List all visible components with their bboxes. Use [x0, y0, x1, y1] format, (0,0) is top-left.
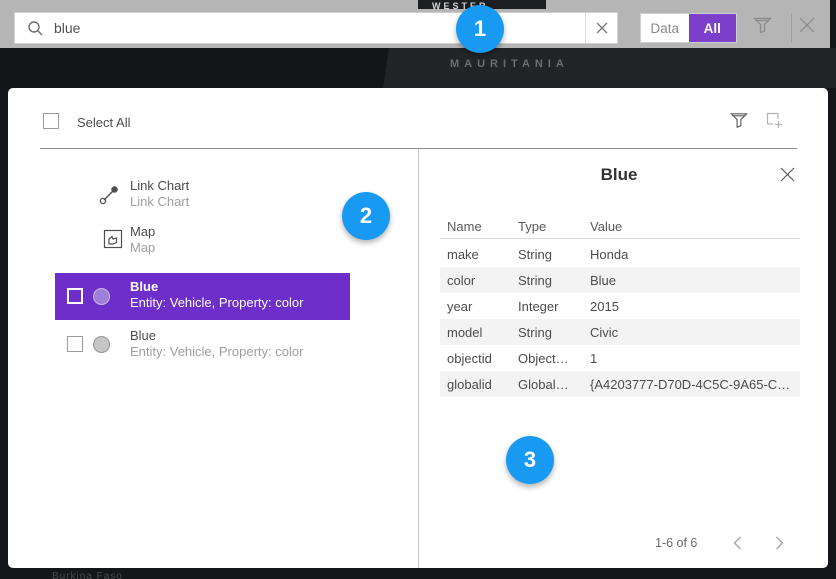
cell-type: String [518, 247, 590, 262]
search-box[interactable] [14, 12, 618, 44]
select-all-label: Select All [77, 115, 130, 130]
add-to-selection-icon[interactable] [766, 112, 783, 129]
table-row: model String Civic [440, 319, 800, 345]
map-label-mauritania: MAURITANIA [450, 58, 569, 70]
list-item-subtitle: Entity: Vehicle, Property: color [130, 344, 303, 360]
list-item-blue-selected[interactable]: Blue Entity: Vehicle, Property: color [55, 273, 350, 320]
search-results-panel: Select All Link Chart Link Chart [8, 88, 828, 568]
cell-name: model [440, 325, 518, 340]
callout-badge-2: 2 [342, 192, 390, 240]
cell-name: objectid [440, 351, 518, 366]
column-header-name: Name [440, 219, 518, 234]
cell-name: year [440, 299, 518, 314]
search-icon [27, 20, 44, 37]
pagination: 1-6 of 6 [418, 534, 820, 554]
list-item-title: Blue [130, 328, 303, 344]
search-toolbar: Data All [0, 0, 830, 48]
table-row: year Integer 2015 [440, 293, 800, 319]
results-filter-icon[interactable] [730, 112, 748, 129]
filter-icon[interactable] [753, 17, 772, 34]
entity-node-icon [93, 288, 110, 305]
toolbar-divider [791, 13, 792, 43]
table-row: globalid Global… {A4203777-D70D-4C5C-9A6… [440, 371, 800, 397]
list-item-subtitle: Entity: Vehicle, Property: color [130, 295, 303, 311]
map-icon [103, 229, 123, 249]
cell-name: globalid [440, 377, 518, 392]
map-ocean-area [0, 48, 372, 88]
column-header-value: Value [590, 219, 800, 234]
entity-node-icon [93, 336, 110, 353]
attribute-table: Name Type Value make String Honda color … [440, 214, 800, 397]
cell-value: Honda [590, 247, 800, 262]
cell-value: {A4203777-D70D-4C5C-9A65-C… [590, 377, 800, 392]
cell-value: 1 [590, 351, 800, 366]
detail-pane: Blue Name Type Value make String Honda c… [418, 149, 828, 568]
cell-name: color [440, 273, 518, 288]
cell-type: Object… [518, 351, 590, 366]
item-checkbox[interactable] [67, 288, 83, 304]
column-header-type: Type [518, 219, 590, 234]
list-item-subtitle: Map [130, 240, 155, 256]
next-page-icon[interactable] [775, 536, 784, 550]
table-row: objectid Object… 1 [440, 345, 800, 371]
clear-search-icon[interactable] [585, 13, 617, 43]
map-label-bottom: Burkina Faso [0, 568, 836, 579]
close-detail-icon[interactable] [780, 167, 795, 182]
table-header-divider [440, 238, 800, 239]
search-scope-toggle: Data All [640, 13, 737, 43]
callout-badge-3: 3 [506, 436, 554, 484]
list-item-title: Link Chart [130, 178, 189, 194]
table-row: color String Blue [440, 267, 800, 293]
previous-page-icon[interactable] [733, 536, 742, 550]
callout-badge-1: 1 [456, 5, 504, 53]
detail-title: Blue [418, 165, 820, 185]
list-item-title: Map [130, 224, 155, 240]
cell-value: Civic [590, 325, 800, 340]
search-input[interactable] [54, 13, 585, 43]
select-all-checkbox[interactable] [43, 113, 59, 129]
item-checkbox[interactable] [67, 336, 83, 352]
close-search-icon[interactable] [799, 17, 815, 33]
map-background: MAURITANIA [0, 48, 836, 88]
cell-type: String [518, 273, 590, 288]
table-header-row: Name Type Value [440, 214, 800, 238]
cell-type: Integer [518, 299, 590, 314]
list-item-subtitle: Link Chart [130, 194, 189, 210]
cell-value: 2015 [590, 299, 800, 314]
cell-type: Global… [518, 377, 590, 392]
cell-name: make [440, 247, 518, 262]
scope-all-button[interactable]: All [689, 14, 737, 42]
list-item-title: Blue [130, 279, 303, 295]
cell-value: Blue [590, 273, 800, 288]
table-row: make String Honda [440, 241, 800, 267]
page-count: 1-6 of 6 [655, 536, 697, 550]
list-item-blue[interactable]: Blue Entity: Vehicle, Property: color [8, 328, 418, 368]
link-chart-icon [99, 184, 119, 205]
cell-type: String [518, 325, 590, 340]
scope-data-button[interactable]: Data [641, 14, 689, 42]
